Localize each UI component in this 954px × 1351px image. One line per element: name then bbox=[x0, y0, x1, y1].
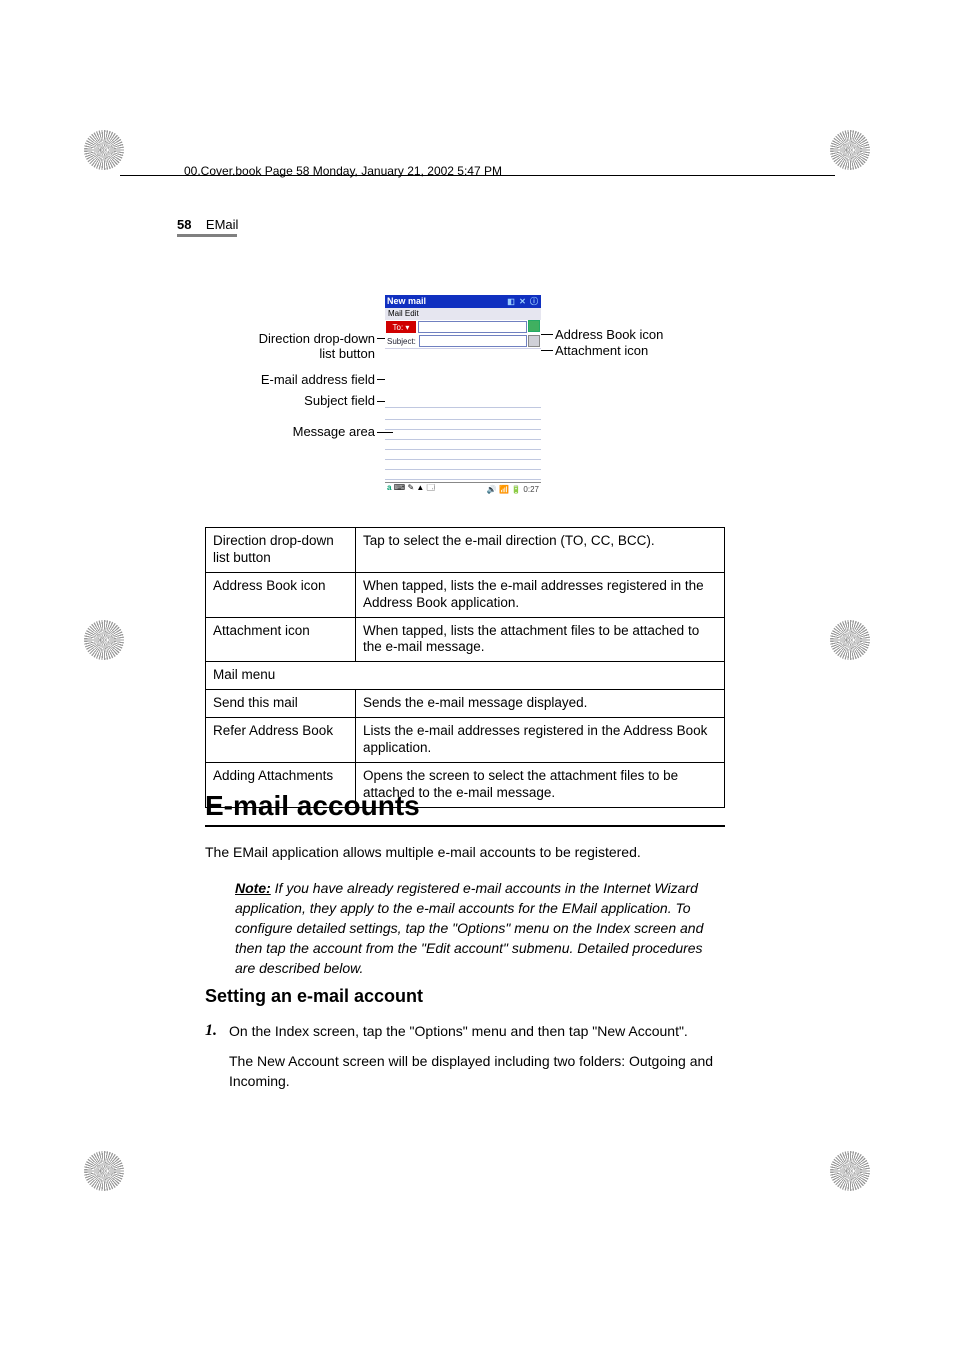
registration-mark-icon bbox=[830, 130, 870, 170]
device-title: New mail bbox=[387, 295, 426, 308]
registration-mark-icon bbox=[830, 620, 870, 660]
desc-cell: When tapped, lists the e-mail addresses … bbox=[356, 572, 725, 617]
message-textarea[interactable] bbox=[385, 348, 541, 407]
email-address-input[interactable] bbox=[418, 321, 527, 333]
registration-mark-icon bbox=[830, 1151, 870, 1191]
attachment-icon[interactable] bbox=[528, 335, 540, 347]
table-row: Address Book icon When tapped, lists the… bbox=[206, 572, 725, 617]
new-mail-diagram: Direction drop-downlist button E-mail ad… bbox=[205, 295, 725, 505]
table-row: Attachment icon When tapped, lists the a… bbox=[206, 617, 725, 662]
desc-cell: Sends the e-mail message displayed. bbox=[356, 690, 725, 718]
page-number: 58 bbox=[177, 217, 191, 232]
table-row: Refer Address Book Lists the e-mail addr… bbox=[206, 718, 725, 763]
device-mockup: New mail ◧ ✕ ⓘ Mail Edit To: ▾ Subject: bbox=[385, 295, 541, 495]
device-menubar: Mail Edit bbox=[385, 308, 541, 320]
device-title-icons: ◧ ✕ ⓘ bbox=[507, 295, 539, 308]
step-1: On the Index screen, tap the "Options" m… bbox=[229, 1022, 724, 1092]
device-to-row: To: ▾ bbox=[385, 320, 541, 334]
callout-line bbox=[539, 350, 553, 351]
callout-subject-field: Subject field bbox=[175, 393, 375, 408]
device-taskbar: a ⌨ ✎ ▲ 🗔 🔊 📶 🔋 0:27 bbox=[385, 482, 541, 495]
device-subject-row: Subject: bbox=[385, 334, 541, 348]
table-row: Direction drop-down list button Tap to s… bbox=[206, 528, 725, 573]
callout-address-book-icon: Address Book icon bbox=[555, 327, 663, 342]
note-label: Note: bbox=[235, 880, 271, 896]
book-header-line: 00.Cover.book Page 58 Monday, January 21… bbox=[184, 164, 502, 178]
desc-cell: Tap to select the e-mail direction (TO, … bbox=[356, 528, 725, 573]
heading-email-accounts: E-mail accounts bbox=[205, 790, 420, 822]
table-row: Mail menu bbox=[206, 662, 725, 690]
term-cell: Refer Address Book bbox=[206, 718, 356, 763]
registration-mark-icon bbox=[84, 620, 124, 660]
desc-cell: Lists the e-mail addresses registered in… bbox=[356, 718, 725, 763]
heading-underline bbox=[205, 825, 725, 827]
note-text: If you have already registered e-mail ac… bbox=[235, 880, 703, 976]
section-cell: Mail menu bbox=[206, 662, 725, 690]
subject-label: Subject: bbox=[385, 337, 417, 346]
registration-mark-icon bbox=[84, 130, 124, 170]
page-header: 58 EMail bbox=[177, 217, 238, 232]
step-number: 1. bbox=[205, 1022, 217, 1040]
device-titlebar: New mail ◧ ✕ ⓘ bbox=[385, 295, 541, 308]
term-cell: Address Book icon bbox=[206, 572, 356, 617]
callout-email-address-field: E-mail address field bbox=[175, 372, 375, 387]
callout-direction-dropdown: Direction drop-downlist button bbox=[175, 331, 375, 361]
callout-line bbox=[539, 334, 553, 335]
term-cell: Send this mail bbox=[206, 690, 356, 718]
definitions-table: Direction drop-down list button Tap to s… bbox=[205, 527, 725, 808]
table-row: Send this mail Sends the e-mail message … bbox=[206, 690, 725, 718]
term-cell: Direction drop-down list button bbox=[206, 528, 356, 573]
heading-setting-account: Setting an e-mail account bbox=[205, 986, 423, 1007]
step-1a: On the Index screen, tap the "Options" m… bbox=[229, 1022, 724, 1042]
note-block: Note: If you have already registered e-m… bbox=[235, 879, 725, 978]
page-header-underline bbox=[177, 234, 237, 237]
address-book-icon[interactable] bbox=[528, 320, 540, 332]
intro-paragraph: The EMail application allows multiple e-… bbox=[205, 843, 725, 863]
callout-message-area: Message area bbox=[175, 424, 375, 439]
taskbar-clock: 🔊 📶 🔋 0:27 bbox=[487, 485, 539, 494]
callout-attachment-icon: Attachment icon bbox=[555, 343, 648, 358]
desc-cell: When tapped, lists the attachment files … bbox=[356, 617, 725, 662]
step-1b: The New Account screen will be displayed… bbox=[229, 1052, 724, 1092]
device-scratch-area bbox=[385, 407, 541, 480]
page-section: EMail bbox=[206, 217, 239, 232]
direction-dropdown-button[interactable]: To: ▾ bbox=[386, 321, 416, 333]
taskbar-app-icon: a bbox=[387, 483, 391, 492]
subject-input[interactable] bbox=[419, 335, 527, 347]
term-cell: Attachment icon bbox=[206, 617, 356, 662]
registration-mark-icon bbox=[84, 1151, 124, 1191]
